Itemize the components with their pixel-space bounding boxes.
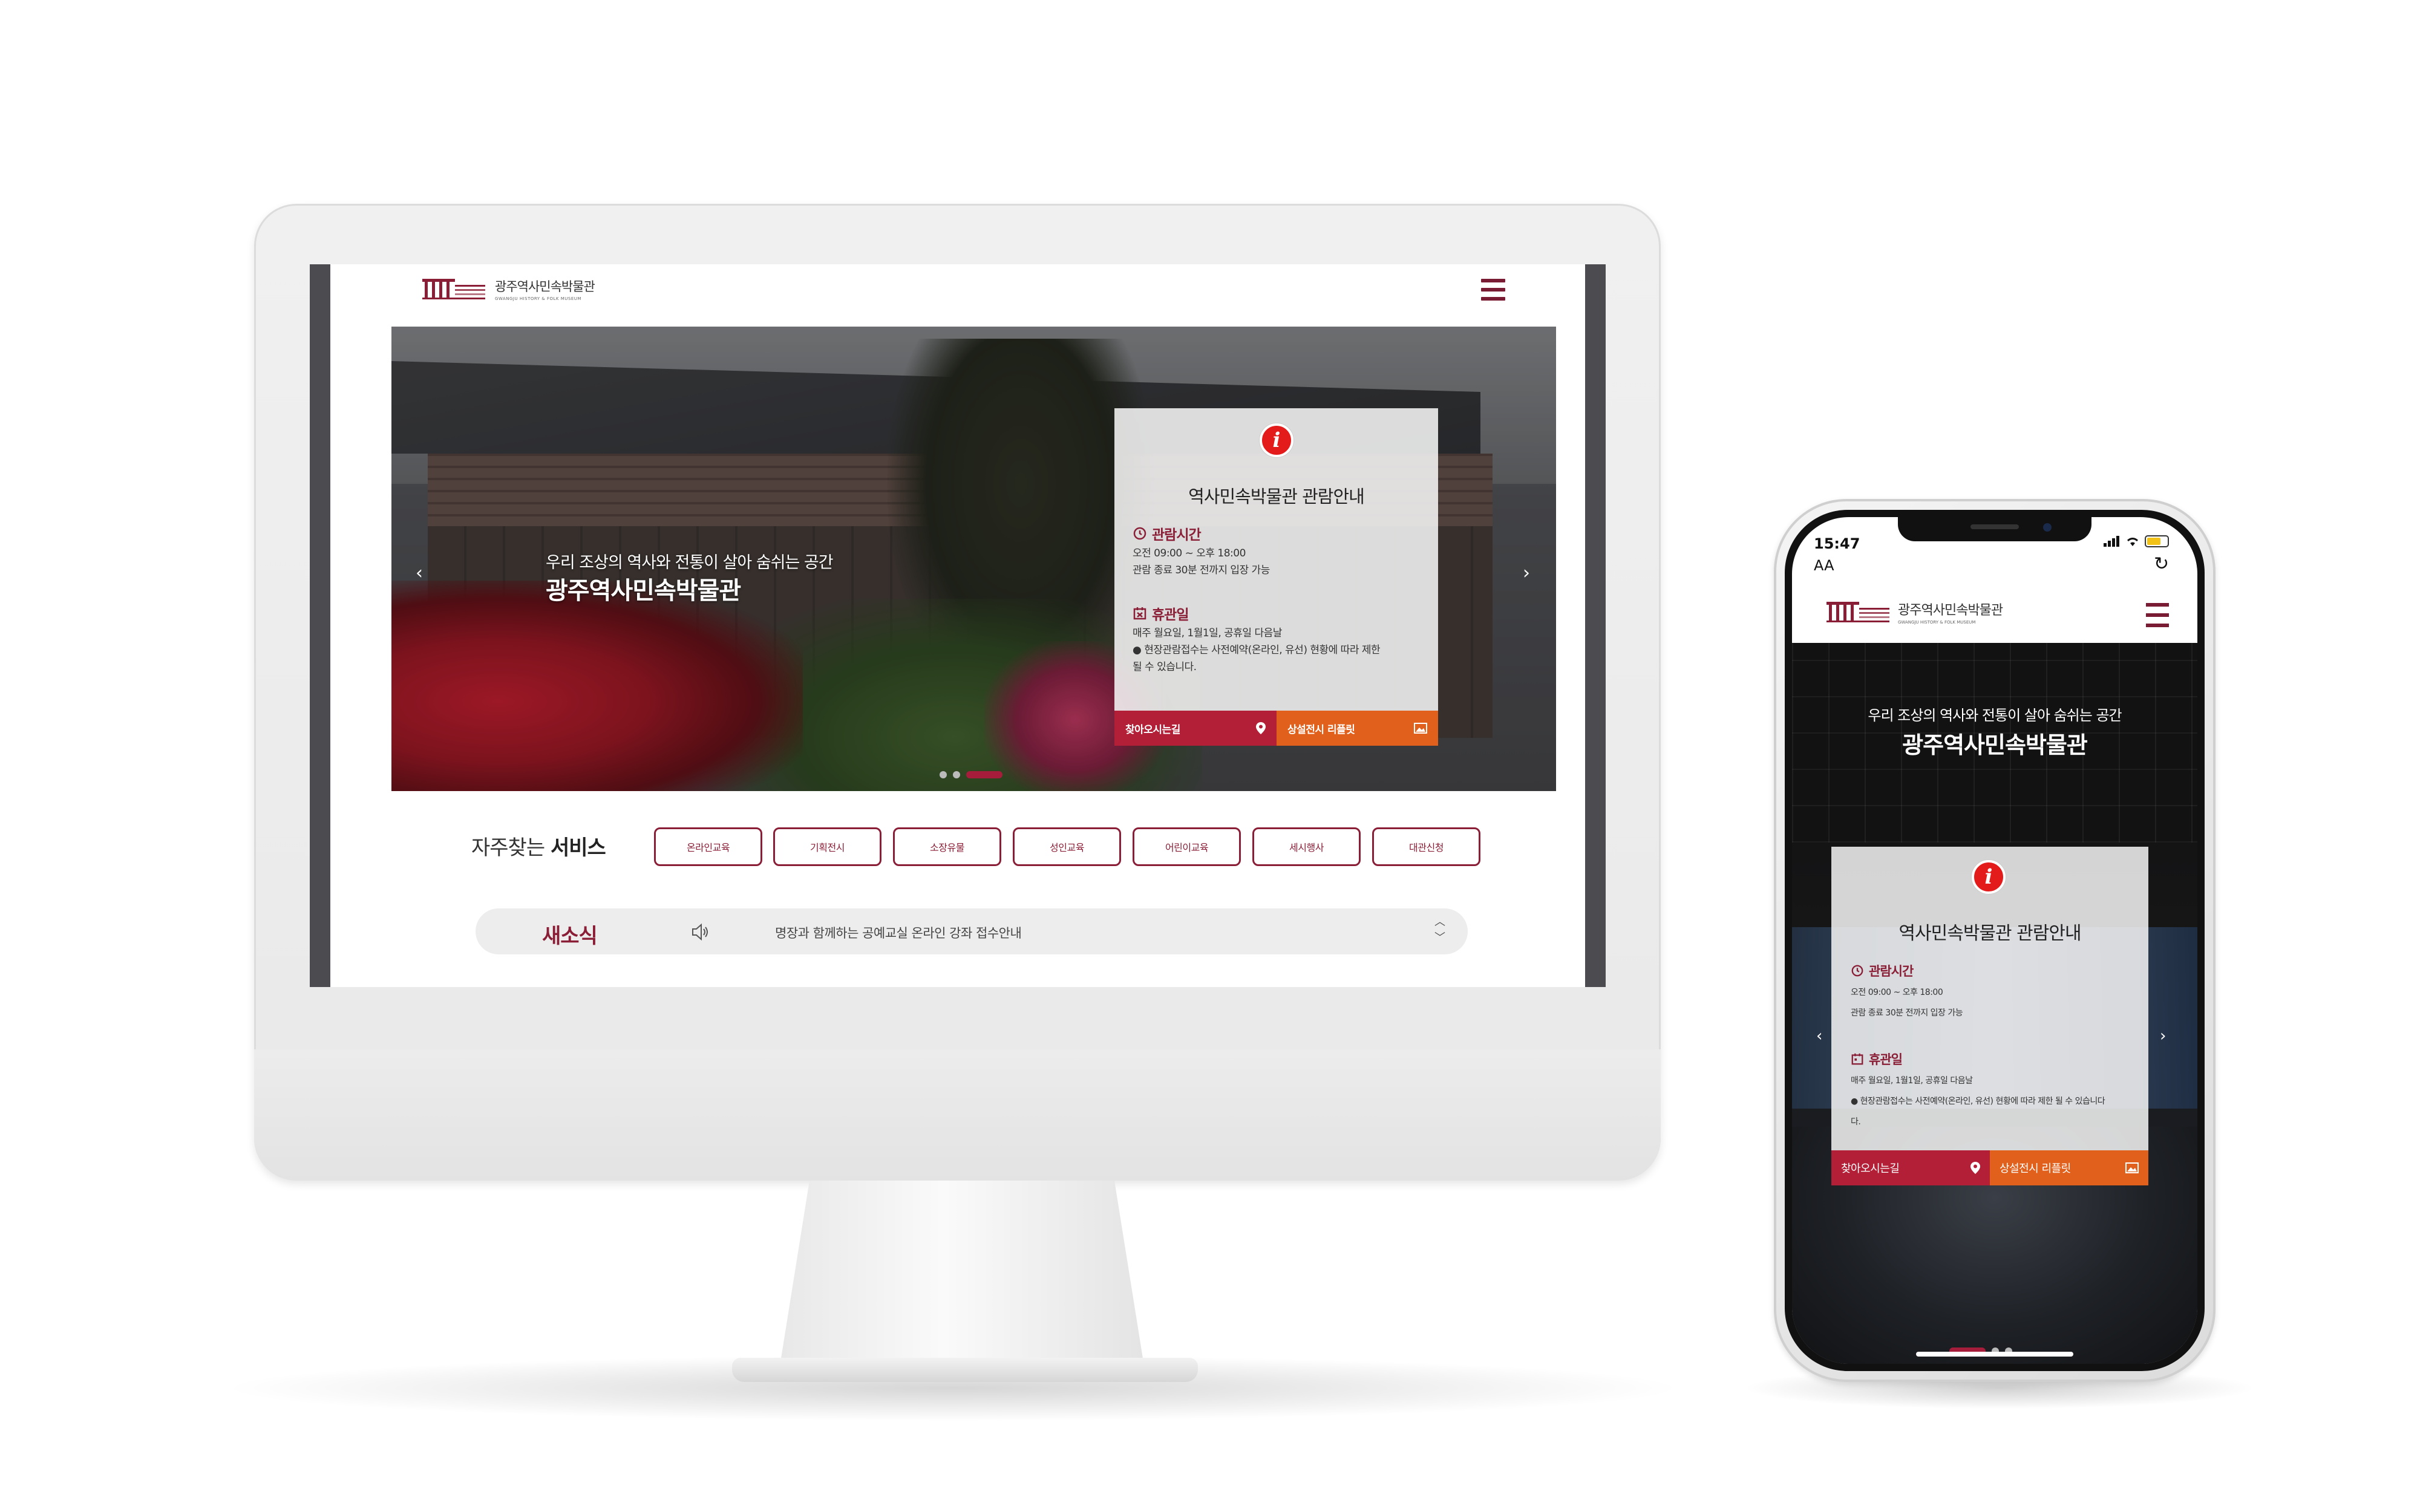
- museum-logo-mark-icon: [422, 279, 485, 299]
- museum-logo[interactable]: 광주역사민속박물관 GWANGJU HISTORY & FOLK MUSEUM: [1825, 599, 2003, 625]
- info-card-title: 역사민속박물관 관람안내: [1188, 486, 1365, 507]
- slider-dot-active[interactable]: [966, 771, 1002, 778]
- calendar-x-icon: [1133, 607, 1146, 620]
- status-time: 15:47: [1814, 535, 1860, 552]
- status-icons: [2104, 535, 2169, 547]
- news-ticker: 새소식 명장과 함께하는 공예교실 온라인 강좌 접수안내 ︿ ﹀: [476, 908, 1468, 954]
- info-icon: i: [1972, 860, 2006, 894]
- hamburger-menu-icon[interactable]: [2146, 603, 2169, 627]
- hero-subtitle: 우리 조상의 역사와 전통이 살아 숨쉬는 공간: [546, 553, 834, 572]
- phone-notch: [1898, 517, 2091, 541]
- map-pin-icon: [1256, 722, 1266, 734]
- slider-dot[interactable]: [953, 771, 960, 778]
- hours-line-1: 오전 09:00 ~ 오후 18:00: [1133, 547, 1246, 559]
- hours-heading: 관람시간: [1133, 523, 1202, 544]
- service-button[interactable]: 어린이교육: [1133, 827, 1241, 866]
- desktop-screen: 광주역사민속박물관 GWANGJU HISTORY & FOLK MUSEUM …: [310, 264, 1606, 987]
- news-label: 새소식: [542, 924, 598, 948]
- leaflet-button[interactable]: 상설전시 리플릿: [1990, 1150, 2148, 1185]
- logo-name-ko: 광주역사민속박물관: [495, 279, 595, 294]
- visit-info-card: i 역사민속박물관 관람안내 관람시간 오전 09:00 ~ 오후 18:00 …: [1114, 408, 1438, 746]
- closed-line-1: 매주 월요일, 1월1일, 공휴일 다음날: [1133, 627, 1282, 639]
- closed-heading: 휴관일: [1851, 1050, 1903, 1068]
- hours-heading: 관람시간: [1851, 962, 1914, 980]
- calendar-icon: [1851, 1053, 1863, 1065]
- service-button[interactable]: 기획전시: [773, 827, 881, 866]
- monitor-base: [732, 1358, 1198, 1382]
- news-up-icon[interactable]: ︿: [1434, 914, 1445, 930]
- logo-name-en: GWANGJU HISTORY & FOLK MUSEUM: [1898, 620, 1976, 625]
- signal-icon: [2104, 536, 2119, 547]
- museum-logo[interactable]: 광주역사민속박물관 GWANGJU HISTORY & FOLK MUSEUM: [421, 276, 595, 302]
- logo-name-en: GWANGJU HISTORY & FOLK MUSEUM: [495, 296, 581, 301]
- speaker-icon: [692, 923, 708, 941]
- hero-title: 광주역사민속박물관: [546, 577, 741, 605]
- mobile-screen: 15:47 AA ↻ 광주역사민속박물관 GWANGJU HISTORY & F…: [1792, 517, 2197, 1364]
- map-pin-icon: [1970, 1162, 1980, 1174]
- reload-icon[interactable]: ↻: [2154, 553, 2169, 575]
- services-label: 자주찾는 서비스: [471, 836, 606, 860]
- service-button[interactable]: 세시행사: [1252, 827, 1361, 866]
- service-button[interactable]: 성인교육: [1013, 827, 1121, 866]
- news-headline[interactable]: 명장과 함께하는 공예교실 온라인 강좌 접수안내: [775, 924, 1022, 942]
- info-card-title: 역사민속박물관 관람안내: [1898, 923, 2081, 944]
- image-icon: [2125, 1162, 2139, 1173]
- desktop-page: 광주역사민속박물관 GWANGJU HISTORY & FOLK MUSEUM …: [330, 264, 1585, 987]
- slider-prev-icon[interactable]: ‹: [416, 562, 423, 584]
- hero-subtitle: 우리 조상의 역사와 전통이 살아 숨쉬는 공간: [1868, 707, 2122, 724]
- service-button[interactable]: 소장유물: [893, 827, 1001, 866]
- news-nav: ︿ ﹀: [1434, 914, 1445, 946]
- leaflet-button[interactable]: 상설전시 리플릿: [1277, 711, 1438, 746]
- news-down-icon[interactable]: ﹀: [1434, 930, 1445, 946]
- image-icon: [1414, 723, 1427, 734]
- closed-heading: 휴관일: [1133, 603, 1189, 624]
- hamburger-menu-icon[interactable]: [1480, 276, 1506, 303]
- directions-button[interactable]: 찾아오시는길: [1831, 1150, 1990, 1185]
- clock-icon: [1851, 965, 1863, 977]
- closed-line-3: 될 수 있습니다.: [1133, 661, 1197, 673]
- clock-icon: [1133, 527, 1146, 540]
- slider-pagination: [940, 771, 1002, 778]
- mobile-header: 광주역사민속박물관 GWANGJU HISTORY & FOLK MUSEUM: [1792, 584, 2197, 643]
- hours-line-1: 오전 09:00 ~ 오후 18:00: [1851, 988, 1943, 997]
- reader-aa-button[interactable]: AA: [1814, 557, 1834, 574]
- directions-button[interactable]: 찾아오시는길: [1114, 711, 1277, 746]
- slider-prev-icon[interactable]: ‹: [1816, 1027, 1822, 1045]
- slider-dot[interactable]: [940, 771, 947, 778]
- slider-next-icon[interactable]: ›: [2160, 1027, 2166, 1045]
- mobile-hero-slider: 우리 조상의 역사와 전통이 살아 숨쉬는 공간 광주역사민속박물관 ‹ › i…: [1792, 643, 2197, 1364]
- closed-line-1: 매주 월요일, 1월1일, 공휴일 다음날: [1851, 1076, 1973, 1086]
- slider-next-icon[interactable]: ›: [1523, 562, 1530, 584]
- hero-title: 광주역사민속박물관: [1902, 732, 2088, 758]
- museum-logo-mark-icon: [1826, 602, 1889, 622]
- hero-slider: 우리 조상의 역사와 전통이 살아 숨쉬는 공간 광주역사민속박물관 ‹ › i…: [391, 327, 1556, 791]
- closed-line-2: ● 현장관람접수는 사전예약(온라인, 유선) 현황에 따라 제한 될 수 있습…: [1851, 1097, 2105, 1106]
- battery-icon: [2145, 535, 2169, 547]
- info-icon: i: [1260, 423, 1293, 457]
- hours-line-2: 관람 종료 30분 전까지 입장 가능: [1851, 1008, 1963, 1018]
- monitor-chin: [254, 1049, 1661, 1181]
- service-button[interactable]: 대관신청: [1372, 827, 1480, 866]
- logo-name-ko: 광주역사민속박물관: [1898, 603, 2003, 618]
- closed-line-3: 다.: [1851, 1117, 1861, 1127]
- desktop-header: 광주역사민속박물관 GWANGJU HISTORY & FOLK MUSEUM: [330, 264, 1585, 325]
- hours-line-2: 관람 종료 30분 전까지 입장 가능: [1133, 564, 1270, 576]
- visit-info-card: i 역사민속박물관 관람안내 관람시간 오전 09:00 ~ 오후 18:00 …: [1831, 847, 2148, 1185]
- home-indicator[interactable]: [1916, 1352, 2073, 1357]
- service-button[interactable]: 온라인교육: [654, 827, 762, 866]
- closed-line-2: ● 현장관람접수는 사전예약(온라인, 유선) 현황에 따라 제한: [1133, 644, 1381, 656]
- monitor-stand: [780, 1181, 1143, 1362]
- wifi-icon: [2127, 538, 2138, 546]
